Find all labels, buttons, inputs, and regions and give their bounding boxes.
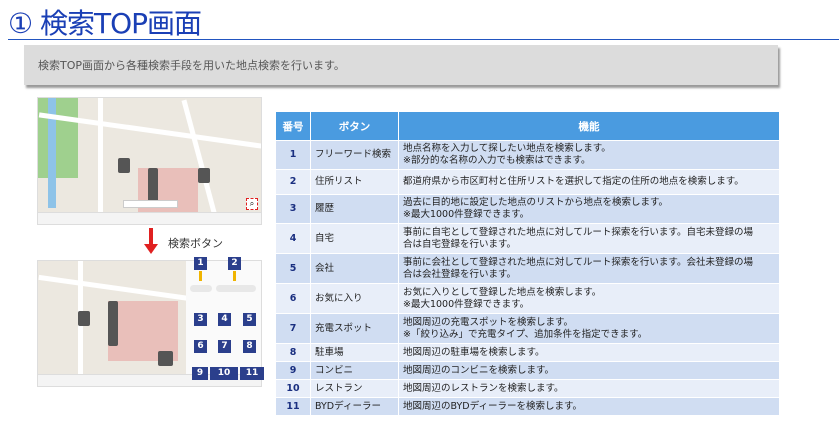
badge-7: 7 xyxy=(218,340,231,353)
function-line: お気に入りとして登録した地点を検索します。 xyxy=(403,286,602,298)
search-button-label: 検索ボタン xyxy=(168,237,223,250)
row-button-name: 自宅 xyxy=(310,223,399,254)
table-row: 7 充電スポット 地図周辺の充電スポットを検索します。 ※「絞り込み」で充電タイプ、追… xyxy=(275,313,780,344)
row-function: 地図周辺の駐車場を検索します。 xyxy=(398,343,780,362)
row-button-name: 会社 xyxy=(310,253,399,284)
page-title: ① 検索TOP画面 xyxy=(8,7,202,40)
function-line: 都道府県から市区町村と住所リストを選択して指定の住所の地点を検索します。 xyxy=(403,176,744,187)
row-number: 1 xyxy=(275,140,311,170)
function-line: 地図周辺のコンビニを検索します。 xyxy=(403,364,555,376)
table-row: 11 BYDディーラー 地図周辺のBYDディーラーを検索します。 xyxy=(275,397,780,416)
function-line: 事前に自宅として登録された地点に対してルート探索を行います。自宅未登録の場 xyxy=(403,226,753,238)
badge-9: 9 xyxy=(192,367,208,380)
row-button-name: フリーワード検索 xyxy=(310,140,399,170)
function-line: 地図周辺の駐車場を検索します。 xyxy=(403,346,545,358)
row-number: 3 xyxy=(275,194,311,224)
function-line: 地図周辺のBYDディーラーを検索します。 xyxy=(403,400,583,412)
row-button-name: コンビニ xyxy=(310,361,399,380)
badge-1: 1 xyxy=(194,257,207,270)
description-box: 検索TOP画面から各種検索手段を用いた地点検索を行います。 xyxy=(24,45,778,85)
pointer-arrow-icon xyxy=(233,271,236,281)
row-button-name: 駐車場 xyxy=(310,343,399,362)
row-function: お気に入りとして登録した地点を検索します。 ※最大1000件登録できます。 xyxy=(398,283,780,314)
row-function: 事前に自宅として登録された地点に対してルート探索を行います。自宅未登録の場 合は自… xyxy=(398,223,780,254)
badge-6: 6 xyxy=(194,340,207,353)
badge-8: 8 xyxy=(243,340,256,353)
function-line: ※部分的な名称の入力でも検索はできます。 xyxy=(403,155,591,166)
table-row: 9 コンビニ 地図周辺のコンビニを検索します。 xyxy=(275,361,780,380)
table-row: 10 レストラン 地図周辺のレストランを検索します。 xyxy=(275,379,780,398)
row-function: 過去に目的地に設定した地点のリストから地点を検索します。 ※最大1000件登録でき… xyxy=(398,194,780,224)
row-number: 7 xyxy=(275,313,311,344)
function-line: ※最大1000件登録できます。 xyxy=(403,209,530,220)
header-function: 機能 xyxy=(398,111,780,141)
free-word-search-input[interactable] xyxy=(216,285,256,292)
row-number: 10 xyxy=(275,379,311,398)
function-line: 合は自宅登録を行います。 xyxy=(403,238,517,250)
row-button-name: 住所リスト xyxy=(310,169,399,195)
table-row: 3 履歴 過去に目的地に設定した地点のリストから地点を検索します。 ※最大1000件登… xyxy=(275,194,780,224)
header-button: ボタン xyxy=(310,111,399,141)
pointer-arrow-icon xyxy=(199,271,202,281)
badge-2: 2 xyxy=(228,257,241,270)
row-function: 地図周辺の充電スポットを検索します。 ※「絞り込み」で充電タイプ、追加条件を指定で… xyxy=(398,313,780,344)
table-row: 5 会社 事前に会社として登録された地点に対してルート探索を行います。会社未登録の場… xyxy=(275,253,780,284)
function-line: 合は会社登録を行います。 xyxy=(403,268,517,280)
row-number: 8 xyxy=(275,343,311,362)
title-divider xyxy=(8,39,839,40)
row-number: 9 xyxy=(275,361,311,380)
down-arrowhead-icon xyxy=(144,244,158,254)
row-number: 11 xyxy=(275,397,311,416)
row-number: 5 xyxy=(275,253,311,284)
function-line: ※最大1000件登録できます。 xyxy=(403,298,530,310)
badge-4: 4 xyxy=(218,313,231,326)
row-function: 地図周辺のBYDディーラーを検索します。 xyxy=(398,397,780,416)
function-line: ※「絞り込み」で充電タイプ、追加条件を指定できます。 xyxy=(403,328,648,340)
row-button-name: 充電スポット xyxy=(310,313,399,344)
function-line: 地点名称を入力して探したい地点を検索します。 xyxy=(403,143,611,154)
table-row: 4 自宅 事前に自宅として登録された地点に対してルート探索を行います。自宅未登録の場… xyxy=(275,223,780,254)
search-button-highlight[interactable]: ⌕ xyxy=(246,198,258,210)
table-row: 8 駐車場 地図周辺の駐車場を検索します。 xyxy=(275,343,780,362)
row-number: 6 xyxy=(275,283,311,314)
table-row: 6 お気に入り お気に入りとして登録した地点を検索します。 ※最大1000件登録できま… xyxy=(275,283,780,314)
function-line: 事前に会社として登録された地点に対してルート探索を行います。会社未登録の場 xyxy=(403,256,753,268)
header-number: 番号 xyxy=(275,111,311,141)
row-function: 事前に会社として登録された地点に対してルート探索を行います。会社未登録の場 合は会… xyxy=(398,253,780,284)
badge-11: 11 xyxy=(240,367,264,380)
address-list-button[interactable] xyxy=(190,285,212,292)
badge-10: 10 xyxy=(210,367,238,380)
address-bar xyxy=(123,200,178,208)
map-screenshot-before: ⌕ xyxy=(37,97,262,225)
badge-5: 5 xyxy=(243,313,256,326)
bottom-toolbar xyxy=(38,212,261,224)
badge-3: 3 xyxy=(194,313,207,326)
row-button-name: 履歴 xyxy=(310,194,399,224)
row-button-name: お気に入り xyxy=(310,283,399,314)
button-function-table: 番号 ボタン 機能 1 フリーワード検索 地点名称を入力して探したい地点を検索します… xyxy=(275,111,780,416)
table-row: 2 住所リスト 都道府県から市区町村と住所リストを選択して指定の住所の地点を検索しま… xyxy=(275,169,780,195)
row-number: 4 xyxy=(275,223,311,254)
function-line: 過去に目的地に設定した地点のリストから地点を検索します。 xyxy=(403,197,669,208)
row-button-name: BYDディーラー xyxy=(310,397,399,416)
row-function: 地点名称を入力して探したい地点を検索します。 ※部分的な名称の入力でも検索はできま… xyxy=(398,140,780,170)
function-line: 地図周辺のレストランを検索します。 xyxy=(403,382,564,394)
table-row: 1 フリーワード検索 地点名称を入力して探したい地点を検索します。 ※部分的な名称の入… xyxy=(275,140,780,170)
row-function: 都道府県から市区町村と住所リストを選択して指定の住所の地点を検索します。 xyxy=(398,169,780,195)
function-line: 地図周辺の充電スポットを検索します。 xyxy=(403,316,574,328)
row-function: 地図周辺のレストランを検索します。 xyxy=(398,379,780,398)
row-number: 2 xyxy=(275,169,311,195)
row-function: 地図周辺のコンビニを検索します。 xyxy=(398,361,780,380)
row-button-name: レストラン xyxy=(310,379,399,398)
